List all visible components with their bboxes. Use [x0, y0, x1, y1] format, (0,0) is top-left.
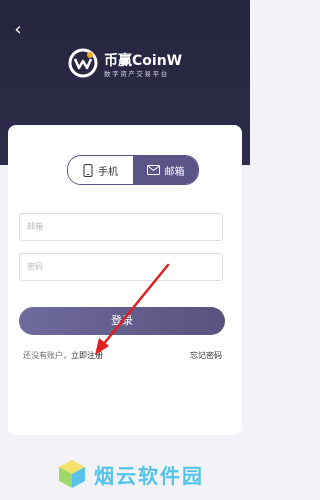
password-field-wrap: [19, 253, 223, 281]
login-card: 手机 邮箱 登录 还没有账户，立即注册 忘记密码: [8, 125, 242, 435]
brand-name: 币赢CoinW: [104, 53, 183, 69]
watermark-text: 烟云软件园: [94, 464, 204, 488]
register-prompt: 还没有账户，立即注册: [23, 350, 103, 361]
email-field-wrap: [19, 213, 223, 241]
back-button[interactable]: ‹: [10, 20, 26, 40]
tab-phone-label: 手机: [98, 166, 118, 178]
mail-icon: [146, 165, 160, 175]
tab-phone[interactable]: 手机: [68, 156, 133, 184]
watermark: 烟云软件园: [56, 456, 246, 492]
coinw-logo-icon: [68, 48, 98, 78]
tab-email[interactable]: 邮箱: [133, 156, 198, 184]
chevron-left-icon: ‹: [14, 19, 22, 40]
phone-icon: [83, 163, 93, 177]
forgot-password-link[interactable]: 忘记密码: [190, 350, 222, 361]
email-input[interactable]: [20, 214, 207, 239]
login-method-tabs: 手机 邮箱: [67, 155, 199, 185]
login-button[interactable]: 登录: [19, 307, 225, 335]
register-link[interactable]: 立即注册: [71, 351, 103, 360]
brand-logo: 币赢CoinW 数字资产交易平台: [68, 48, 188, 82]
tab-email-label: 邮箱: [164, 166, 185, 178]
brand-subtitle: 数字资产交易平台: [104, 70, 169, 78]
cube-logo-icon: [59, 460, 85, 488]
password-input[interactable]: [20, 254, 207, 279]
no-account-text: 还没有账户，: [23, 351, 71, 360]
